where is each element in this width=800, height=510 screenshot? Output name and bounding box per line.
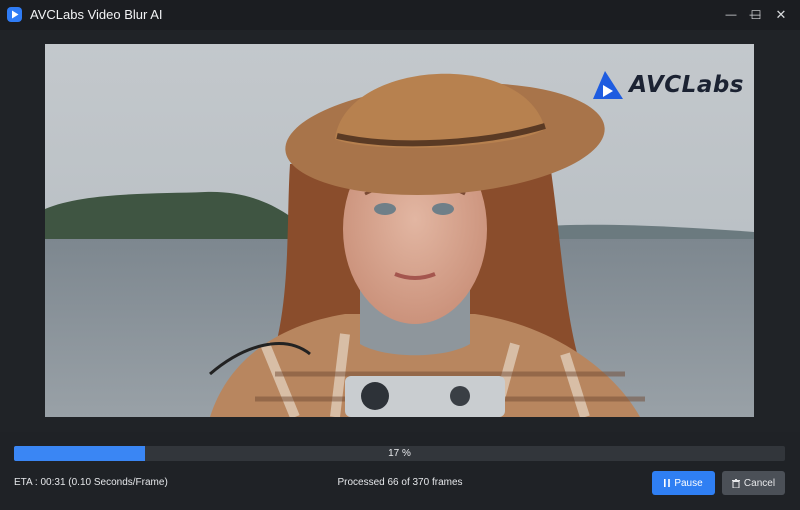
trash-icon [731, 478, 740, 488]
close-icon: ✕ [775, 7, 787, 22]
pause-label: Pause [674, 477, 703, 489]
preview-area: AVCLabs [0, 30, 800, 432]
cancel-button[interactable]: Cancel [722, 471, 785, 495]
cancel-label: Cancel [743, 477, 776, 489]
eta-text: ETA : 00:31 (0.10 Seconds/Frame) [14, 477, 168, 488]
window-title: AVCLabs Video Blur AI [30, 7, 163, 22]
processed-frames-text: Processed 66 of 370 frames [337, 477, 463, 488]
progress-bar: 17 % [14, 446, 785, 461]
video-preview: AVCLabs [45, 44, 754, 417]
progress-panel: 17 % ETA : 00:31 (0.10 Seconds/Frame) Pr… [0, 432, 800, 510]
pause-icon [664, 479, 671, 487]
pause-button[interactable]: Pause [652, 471, 715, 495]
avclabs-watermark: AVCLabs [591, 69, 744, 101]
maximize-btn[interactable]: ☐ [743, 0, 769, 30]
watermark-text: AVCLabs [629, 72, 744, 98]
title-bar: AVCLabs Video Blur AI — [0, 0, 800, 30]
minimize-glyph-icon: — [725, 9, 737, 21]
play-logo-icon [7, 7, 22, 22]
progress-label: 17 % [388, 448, 411, 459]
avclabs-logo-icon [591, 69, 625, 101]
minimize-btn[interactable]: — [718, 0, 744, 30]
maximize-icon: ☐ [750, 8, 762, 22]
close-btn[interactable]: ✕ [768, 0, 794, 30]
